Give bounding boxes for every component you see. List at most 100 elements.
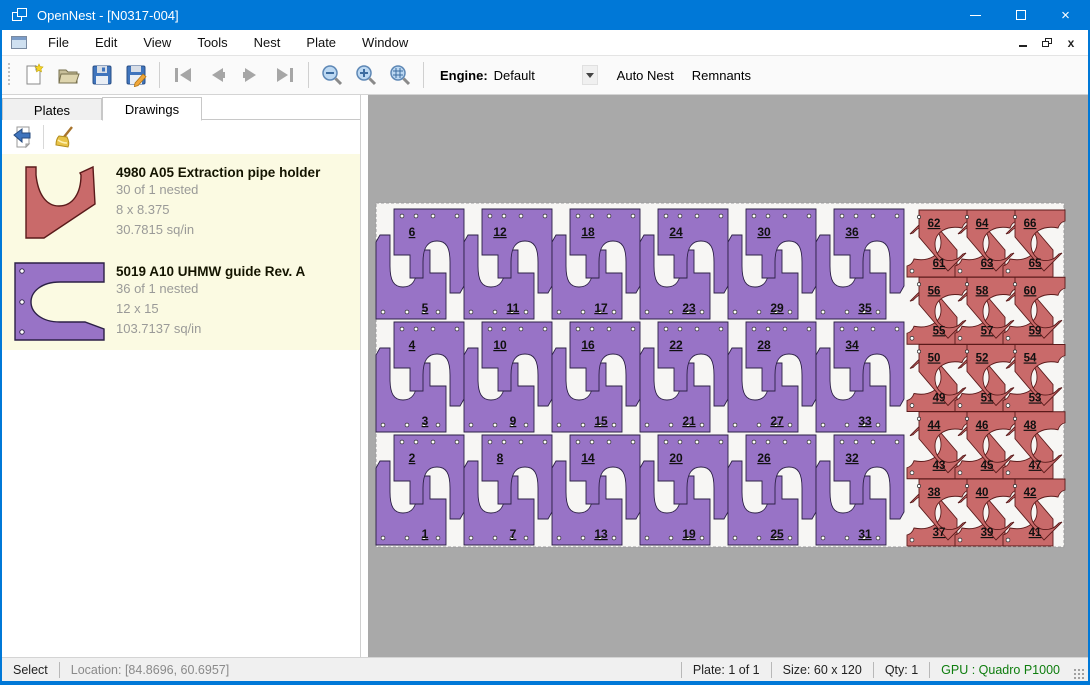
part-number: 39 <box>981 527 994 539</box>
window-title: OpenNest - [N0317-004] <box>37 8 179 23</box>
tab-drawings[interactable]: Drawings <box>102 97 202 121</box>
drawing-nested: 30 of 1 nested <box>116 180 320 200</box>
mdi-close-button[interactable]: x <box>1062 35 1080 51</box>
part-number: 6 <box>409 225 416 239</box>
part-number: 13 <box>594 527 608 541</box>
part-number: 48 <box>1024 420 1037 432</box>
drawing-item[interactable]: 5019 A10 UHMW guide Rev. A 36 of 1 neste… <box>2 253 360 350</box>
new-file-icon <box>22 63 46 87</box>
document-icon[interactable] <box>11 36 27 49</box>
first-plate-button[interactable] <box>166 60 200 90</box>
part-number: 18 <box>581 225 595 239</box>
part-number: 31 <box>858 527 872 541</box>
part-number: 50 <box>928 353 941 365</box>
part-number: 4 <box>409 338 416 352</box>
part-number: 36 <box>845 225 859 239</box>
drawing-area: 30.7815 sq/in <box>116 220 320 240</box>
save-button[interactable] <box>85 60 119 90</box>
part-number: 3 <box>422 414 429 428</box>
menu-file[interactable]: File <box>35 31 82 54</box>
engine-dropdown-button[interactable] <box>582 65 598 85</box>
part-number: 51 <box>981 393 994 405</box>
menu-view[interactable]: View <box>130 31 184 54</box>
part-number: 29 <box>770 301 784 315</box>
part-number: 60 <box>1024 285 1037 297</box>
drawing-title: 4980 A05 Extraction pipe holder <box>116 163 320 180</box>
menu-window[interactable]: Window <box>349 31 421 54</box>
status-location: Location: [84.8696, 60.6957] <box>60 663 240 677</box>
part-number: 49 <box>933 393 946 405</box>
zoom-out-button[interactable] <box>315 60 349 90</box>
open-folder-icon <box>56 63 80 87</box>
menu-nest[interactable]: Nest <box>241 31 294 54</box>
auto-nest-button[interactable]: Auto Nest <box>608 62 683 89</box>
title-bar: OpenNest - [N0317-004] × <box>2 0 1088 30</box>
zoom-fit-button[interactable] <box>383 60 417 90</box>
part-number: 17 <box>594 301 608 315</box>
engine-label: Engine: <box>440 68 488 83</box>
close-button[interactable]: × <box>1043 0 1088 30</box>
part-number: 56 <box>928 285 941 297</box>
mdi-restore-button[interactable] <box>1038 35 1056 51</box>
part-number: 43 <box>933 460 946 472</box>
part-number: 61 <box>933 258 946 270</box>
save-as-button[interactable] <box>119 60 153 90</box>
menu-bar: File Edit View Tools Nest Plate Window x <box>2 30 1088 56</box>
previous-plate-button[interactable] <box>200 60 234 90</box>
drawing-item[interactable]: 4980 A05 Extraction pipe holder 30 of 1 … <box>2 154 360 253</box>
menu-tools[interactable]: Tools <box>184 31 240 54</box>
mdi-minimize-button[interactable] <box>1014 35 1032 51</box>
nest-canvas[interactable]: 6512111817242330293635431091615222128273… <box>361 95 1088 657</box>
part-number: 65 <box>1029 258 1042 270</box>
part-number: 58 <box>976 285 989 297</box>
minimize-icon <box>1019 45 1027 47</box>
part-number: 55 <box>933 325 946 337</box>
status-mode: Select <box>2 663 59 677</box>
part-number: 20 <box>669 451 683 465</box>
part-number: 14 <box>581 451 595 465</box>
last-plate-button[interactable] <box>268 60 302 90</box>
import-drawing-button[interactable] <box>8 123 38 151</box>
maximize-button[interactable] <box>998 0 1043 30</box>
part-number: 7 <box>510 527 517 541</box>
part-number: 66 <box>1024 218 1037 230</box>
part-shape-red <box>26 167 95 238</box>
part-number: 12 <box>493 225 507 239</box>
part-number: 22 <box>669 338 683 352</box>
part-number: 23 <box>682 301 696 315</box>
tab-plates[interactable]: Plates <box>2 98 102 120</box>
part-number: 34 <box>845 338 859 352</box>
part-number: 33 <box>858 414 872 428</box>
engine-select[interactable]: Default <box>494 68 582 83</box>
left-panel: Plates Drawings <box>2 95 361 657</box>
toolbar-separator <box>43 125 44 149</box>
resize-grip[interactable] <box>1073 668 1085 680</box>
status-bar: Select Location: [84.8696, 60.6957] Plat… <box>2 657 1088 681</box>
part-number: 45 <box>981 460 994 472</box>
menu-plate[interactable]: Plate <box>293 31 349 54</box>
import-drawing-icon <box>11 125 35 149</box>
menu-edit[interactable]: Edit <box>82 31 130 54</box>
part-number: 15 <box>594 414 608 428</box>
zoom-fit-icon <box>388 63 412 87</box>
clear-drawings-button[interactable] <box>49 123 79 151</box>
next-plate-button[interactable] <box>234 60 268 90</box>
part-number: 42 <box>1024 487 1037 499</box>
nav-prev-icon <box>205 63 229 87</box>
restore-icon <box>1042 38 1052 47</box>
part-number: 10 <box>493 338 507 352</box>
zoom-in-button[interactable] <box>349 60 383 90</box>
nav-next-icon <box>239 63 263 87</box>
status-qty: Qty: 1 <box>874 663 929 677</box>
open-button[interactable] <box>51 60 85 90</box>
dropdown-arrow-icon <box>586 73 594 78</box>
new-file-button[interactable] <box>17 60 51 90</box>
zoom-in-icon <box>354 63 378 87</box>
broom-icon <box>52 125 76 149</box>
remnants-button[interactable]: Remnants <box>683 62 760 89</box>
part-number: 40 <box>976 487 989 499</box>
toolbar-grip <box>7 63 11 87</box>
part-number: 32 <box>845 451 859 465</box>
minimize-button[interactable] <box>953 0 998 30</box>
part-number: 35 <box>858 301 872 315</box>
